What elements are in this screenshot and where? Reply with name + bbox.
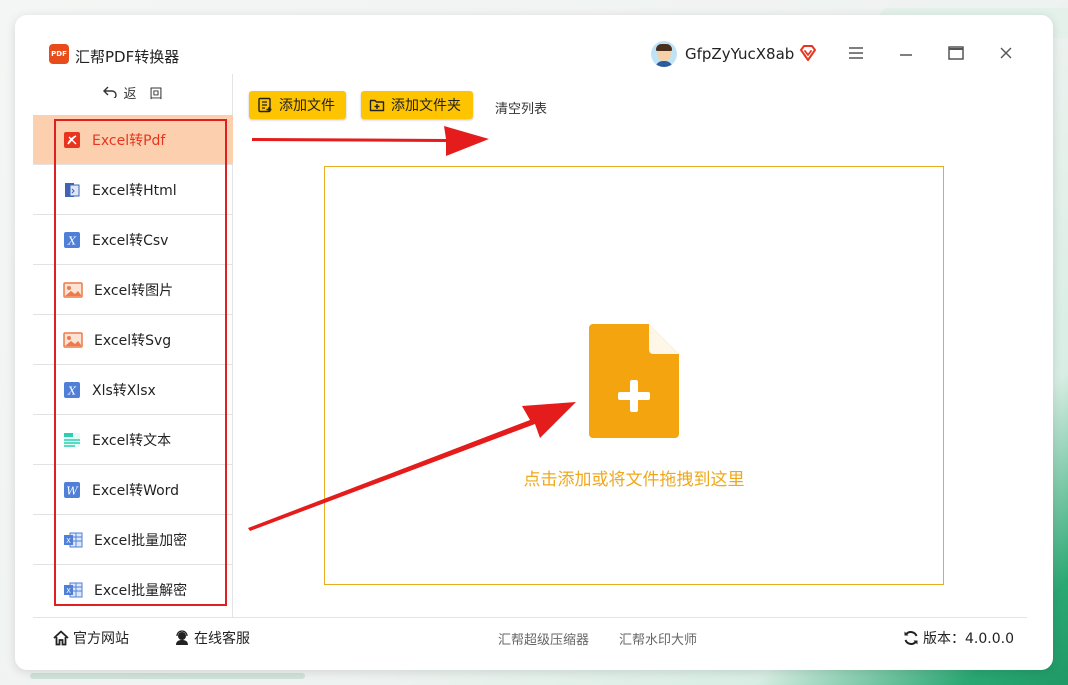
- text-icon: [64, 432, 80, 447]
- menu-item-label: Excel批量解密: [94, 583, 188, 599]
- sidebar-item-excel-to-svg[interactable]: Excel转Svg: [33, 315, 233, 365]
- svg-text:X: X: [66, 587, 71, 595]
- menu-button[interactable]: [845, 42, 867, 64]
- hamburger-icon: [849, 47, 863, 59]
- add-file-icon: [258, 97, 272, 113]
- official-site-label: 官方网站: [73, 631, 129, 647]
- add-folder-button[interactable]: 添加文件夹: [361, 91, 473, 119]
- home-icon: [53, 630, 69, 646]
- username[interactable]: GfpZyYucX8ab: [685, 45, 794, 63]
- app-window: PDF 汇帮PDF转换器 GfpZyYucX8ab 返 回 Excel转Pdf …: [15, 15, 1053, 670]
- title-bar: PDF 汇帮PDF转换器 GfpZyYucX8ab: [15, 15, 1053, 73]
- back-button[interactable]: 返 回: [33, 74, 233, 114]
- refresh-icon: [904, 631, 918, 645]
- sidebar-item-excel-to-word[interactable]: W Excel转Word: [33, 465, 233, 515]
- online-service-label: 在线客服: [194, 631, 250, 647]
- vip-diamond-icon[interactable]: [799, 44, 817, 62]
- svg-text:W: W: [66, 484, 79, 497]
- svg-text:X: X: [66, 537, 71, 545]
- svg-text:X: X: [67, 234, 77, 247]
- sidebar-item-xls-to-xlsx[interactable]: X Xls转Xlsx: [33, 365, 233, 415]
- version-info[interactable]: 版本：4.0.0.0: [903, 628, 1014, 648]
- maximize-button[interactable]: [945, 42, 967, 64]
- sidebar-item-excel-to-csv[interactable]: X Excel转Csv: [33, 215, 233, 265]
- html-icon: [65, 182, 80, 197]
- sidebar-item-excel-to-image[interactable]: Excel转图片: [33, 265, 233, 315]
- minimize-icon: [900, 54, 912, 56]
- minimize-button[interactable]: [895, 42, 917, 64]
- menu-item-label: Xls转Xlsx: [92, 382, 156, 399]
- word-icon: W: [64, 481, 80, 498]
- compressor-link[interactable]: 汇帮超级压缩器: [498, 629, 589, 648]
- menu-item-label: Excel转Html: [92, 182, 177, 199]
- add-file-label: 添加文件: [279, 98, 335, 114]
- menu-item-label: Excel转Pdf: [92, 132, 166, 149]
- excel-x-icon: X: [64, 231, 80, 248]
- pdf-icon: [64, 131, 80, 148]
- online-service-link[interactable]: 在线客服: [174, 628, 250, 648]
- add-folder-icon: [369, 99, 385, 112]
- close-icon: [1000, 47, 1012, 59]
- official-site-link[interactable]: 官方网站: [53, 628, 129, 648]
- sidebar-item-excel-batch-encrypt[interactable]: X Excel批量加密: [33, 515, 233, 565]
- add-file-button[interactable]: 添加文件: [249, 91, 346, 119]
- back-label: 返 回: [123, 87, 163, 102]
- menu-item-label: Excel转文本: [92, 432, 172, 449]
- customer-service-icon: [176, 630, 188, 645]
- maximize-icon: [948, 46, 964, 60]
- excel-sheet-icon: X: [64, 582, 83, 598]
- watermark-link[interactable]: 汇帮水印大师: [619, 629, 697, 648]
- menu-item-label: Excel转Csv: [92, 232, 169, 249]
- image-icon: [63, 281, 83, 298]
- menu-item-label: Excel转Word: [92, 482, 180, 499]
- sidebar: 返 回 Excel转Pdf Excel转Html X Excel转Csv Exc…: [33, 74, 233, 617]
- menu-item-label: Excel转Svg: [94, 332, 172, 349]
- file-drop-zone[interactable]: 点击添加或将文件拖拽到这里: [324, 166, 944, 585]
- app-logo-icon: PDF: [49, 44, 69, 64]
- drop-hint-text: 点击添加或将文件拖拽到这里: [523, 470, 745, 490]
- menu-item-label: Excel转图片: [94, 282, 174, 299]
- image-icon: [63, 331, 83, 348]
- add-folder-label: 添加文件夹: [391, 98, 461, 114]
- app-title: 汇帮PDF转换器: [75, 48, 180, 66]
- sidebar-item-excel-to-text[interactable]: Excel转文本: [33, 415, 233, 465]
- close-button[interactable]: [995, 42, 1017, 64]
- excel-x-icon: X: [64, 381, 80, 398]
- avatar[interactable]: [651, 41, 677, 67]
- version-label: 版本：4.0.0.0: [923, 631, 1014, 647]
- sidebar-item-excel-to-pdf[interactable]: Excel转Pdf: [33, 115, 233, 165]
- back-arrow-icon: [103, 74, 118, 114]
- svg-text:X: X: [67, 384, 77, 397]
- menu-item-label: Excel批量加密: [94, 532, 188, 549]
- sidebar-item-excel-to-html[interactable]: Excel转Html: [33, 165, 233, 215]
- sidebar-item-excel-batch-decrypt[interactable]: X Excel批量解密: [33, 565, 233, 615]
- footer-bar: 官方网站 在线客服 汇帮超级压缩器 汇帮水印大师 版本：4.0.0.0: [33, 617, 1027, 655]
- add-document-icon[interactable]: [589, 324, 679, 438]
- excel-sheet-icon: X: [64, 532, 83, 547]
- conversion-menu: Excel转Pdf Excel转Html X Excel转Csv Excel转图…: [33, 115, 233, 615]
- clear-list-button[interactable]: 清空列表: [495, 98, 547, 117]
